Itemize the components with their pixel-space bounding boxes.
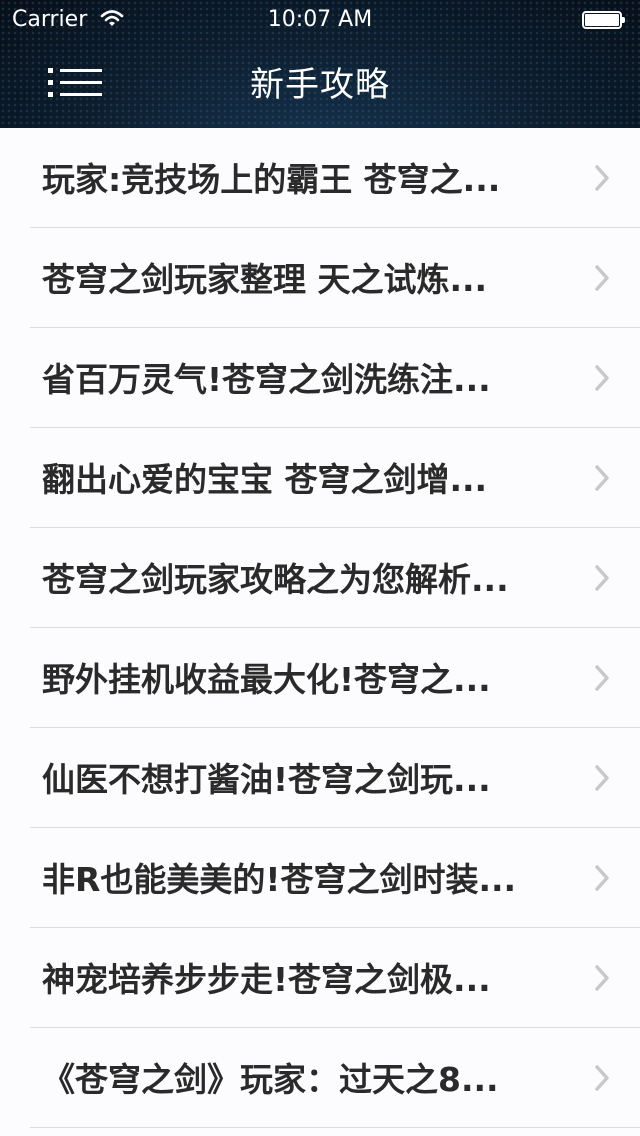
article-title: 苍穹之剑玩家整理 天之试炼... <box>42 260 488 299</box>
chevron-right-icon <box>595 865 609 891</box>
chevron-right-icon <box>595 965 609 991</box>
status-time: 10:07 AM <box>267 7 373 32</box>
list-item[interactable]: 仙医不想打酱油!苍穹之剑玩... <box>30 728 640 828</box>
list-item[interactable]: 苍穹之剑玩家整理 天之试炼... <box>30 228 640 328</box>
list-item[interactable]: 神宠培养步步走!苍穹之剑极... <box>30 928 640 1028</box>
list-item[interactable]: 玩家:竞技场上的霸王 苍穹之... <box>30 128 640 228</box>
page-title: 新手攻略 <box>250 65 390 105</box>
article-title: 《苍穹之剑》玩家：过天之8... <box>42 1060 499 1099</box>
battery-icon <box>582 11 626 29</box>
article-title: 神宠培养步步走!苍穹之剑极... <box>42 960 491 999</box>
chevron-right-icon <box>595 1065 609 1091</box>
article-title: 野外挂机收益最大化!苍穹之... <box>42 660 491 699</box>
article-title: 玩家:竞技场上的霸王 苍穹之... <box>42 160 501 199</box>
article-title: 仙医不想打酱油!苍穹之剑玩... <box>42 760 491 799</box>
chevron-right-icon <box>595 765 609 791</box>
article-title: 非R也能美美的!苍穹之剑时装... <box>42 860 517 899</box>
chevron-right-icon <box>595 165 609 191</box>
chevron-right-icon <box>595 365 609 391</box>
article-list: 玩家:竞技场上的霸王 苍穹之... 苍穹之剑玩家整理 天之试炼... 省百万灵气… <box>0 128 640 1128</box>
chevron-right-icon <box>595 565 609 591</box>
list-item[interactable]: 苍穹之剑玩家攻略之为您解析... <box>30 528 640 628</box>
chevron-right-icon <box>595 265 609 291</box>
article-title: 翻出心爱的宝宝 苍穹之剑增... <box>42 460 488 499</box>
list-item[interactable]: 非R也能美美的!苍穹之剑时装... <box>30 828 640 928</box>
chevron-right-icon <box>595 665 609 691</box>
navigation-header: Carrier 10:07 AM 新手攻略 <box>0 0 640 128</box>
list-item[interactable]: 省百万灵气!苍穹之剑洗练注... <box>30 328 640 428</box>
list-item[interactable]: 《苍穹之剑》玩家：过天之8... <box>30 1028 640 1128</box>
list-item[interactable]: 野外挂机收益最大化!苍穹之... <box>30 628 640 728</box>
list-item[interactable]: 翻出心爱的宝宝 苍穹之剑增... <box>30 428 640 528</box>
status-bar: Carrier 10:07 AM <box>0 0 640 40</box>
article-title: 苍穹之剑玩家攻略之为您解析... <box>42 560 509 599</box>
chevron-right-icon <box>595 465 609 491</box>
article-title: 省百万灵气!苍穹之剑洗练注... <box>42 360 491 399</box>
